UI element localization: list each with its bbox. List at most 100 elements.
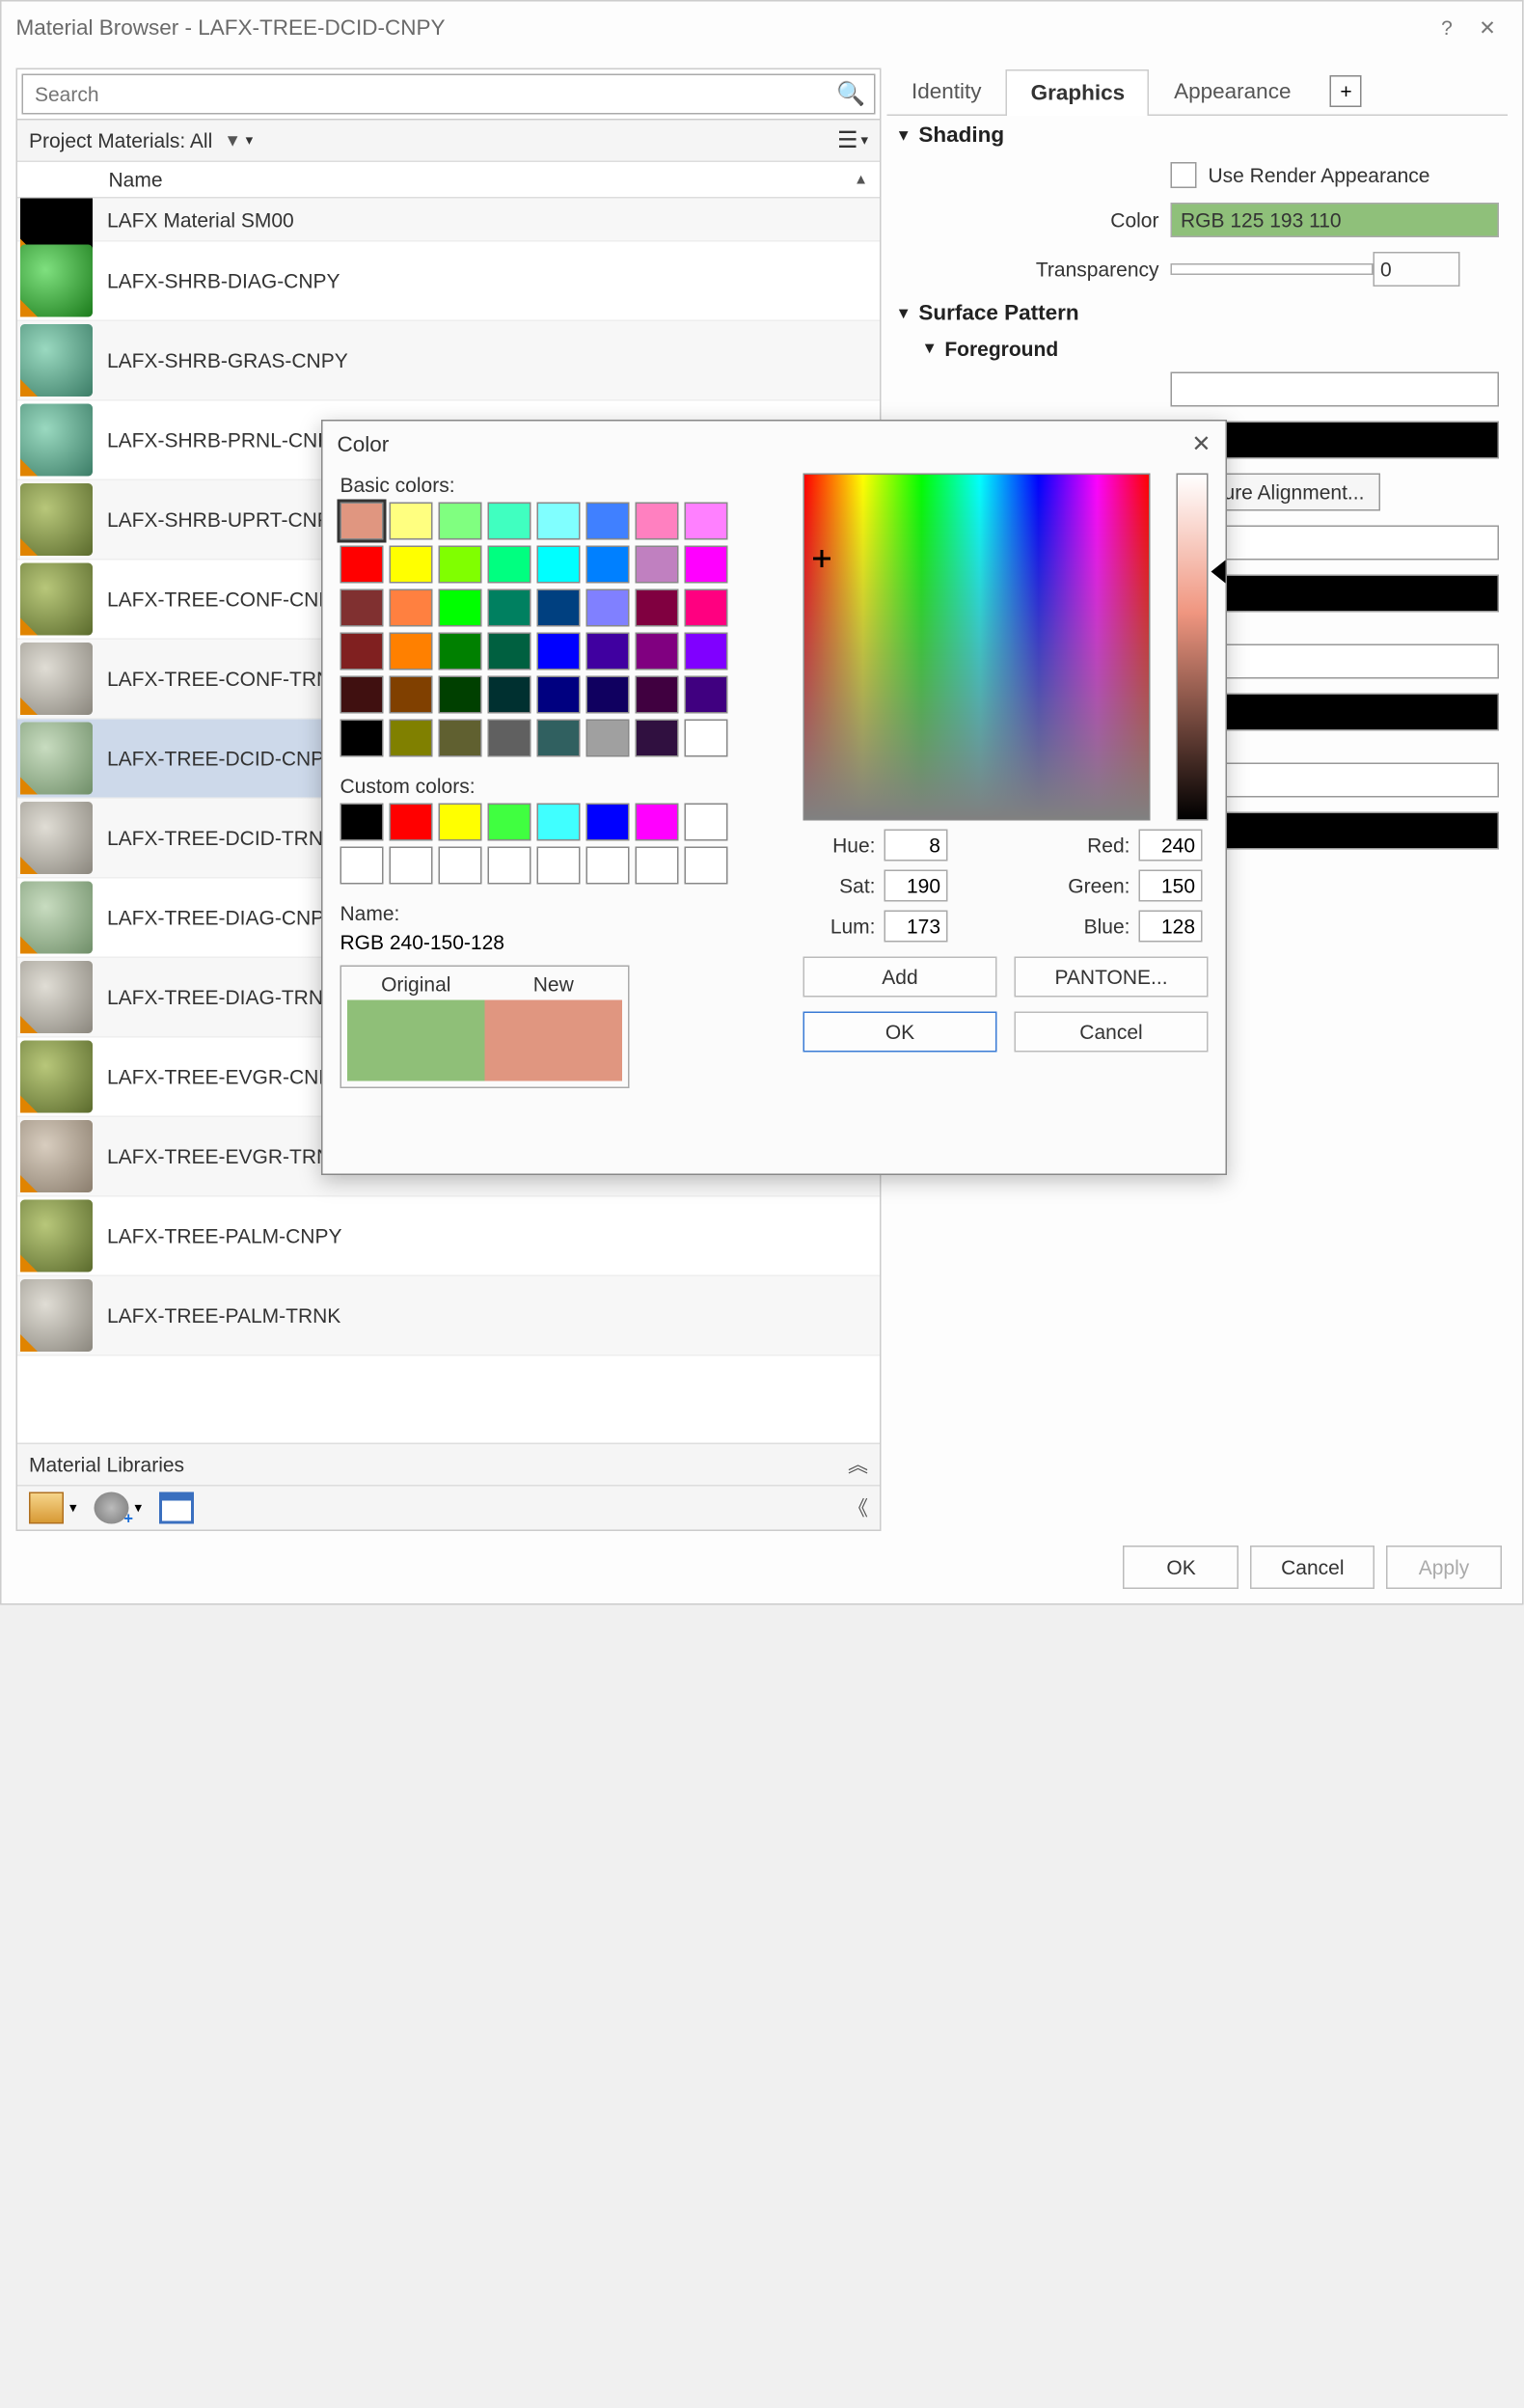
basic-color-swatch[interactable]: [586, 546, 630, 584]
custom-color-swatch[interactable]: [488, 804, 531, 841]
color-ok-button[interactable]: OK: [803, 1012, 997, 1053]
color-cancel-button[interactable]: Cancel: [1015, 1012, 1209, 1053]
basic-color-swatch[interactable]: [537, 589, 581, 627]
view-mode-icon[interactable]: ☰: [837, 126, 858, 155]
help-icon[interactable]: ?: [1427, 16, 1467, 40]
color-spectrum[interactable]: [803, 474, 1151, 821]
basic-color-swatch[interactable]: [340, 546, 384, 584]
tab-appearance[interactable]: Appearance: [1150, 68, 1316, 115]
basic-color-swatch[interactable]: [390, 720, 433, 757]
basic-color-swatch[interactable]: [685, 720, 728, 757]
ok-button[interactable]: OK: [1124, 1546, 1239, 1589]
basic-color-swatch[interactable]: [636, 633, 679, 670]
basic-color-swatch[interactable]: [685, 589, 728, 627]
custom-color-swatch-empty[interactable]: [390, 847, 433, 885]
basic-color-swatch[interactable]: [390, 503, 433, 540]
luminance-arrow[interactable]: [1211, 561, 1226, 584]
basic-color-swatch[interactable]: [390, 633, 433, 670]
basic-color-swatch[interactable]: [439, 546, 482, 584]
close-icon[interactable]: ✕: [1191, 430, 1211, 459]
material-row[interactable]: LAFX-TREE-PALM-TRNK: [17, 1276, 880, 1356]
custom-color-swatch[interactable]: [537, 804, 581, 841]
expand-libs-icon[interactable]: ︽: [848, 1450, 868, 1479]
open-library-icon[interactable]: [29, 1492, 64, 1524]
panel-layout-icon[interactable]: [159, 1492, 194, 1524]
red-input[interactable]: [1139, 830, 1203, 862]
green-input[interactable]: [1139, 870, 1203, 902]
collapse-panel-icon[interactable]: 《: [848, 1493, 868, 1522]
material-row[interactable]: LAFX Material SM00: [17, 199, 880, 242]
basic-color-swatch[interactable]: [439, 633, 482, 670]
basic-color-swatch[interactable]: [685, 546, 728, 584]
material-libraries-bar[interactable]: Material Libraries ︽: [17, 1443, 880, 1486]
custom-color-swatch[interactable]: [685, 804, 728, 841]
cancel-button[interactable]: Cancel: [1251, 1546, 1374, 1589]
basic-color-swatch[interactable]: [636, 589, 679, 627]
custom-color-swatch-empty[interactable]: [685, 847, 728, 885]
basic-color-swatch[interactable]: [586, 633, 630, 670]
add-color-button[interactable]: Add: [803, 957, 997, 998]
basic-color-swatch[interactable]: [340, 503, 384, 540]
hue-input[interactable]: [884, 830, 948, 862]
basic-color-swatch[interactable]: [488, 720, 531, 757]
basic-color-swatch[interactable]: [390, 546, 433, 584]
view-mode-dropdown-icon[interactable]: ▾: [860, 132, 868, 149]
basic-color-swatch[interactable]: [488, 676, 531, 714]
transparency-value[interactable]: 0: [1374, 252, 1460, 287]
basic-color-swatch[interactable]: [586, 676, 630, 714]
basic-color-swatch[interactable]: [537, 720, 581, 757]
pantone-button[interactable]: PANTONE...: [1015, 957, 1209, 998]
section-shading[interactable]: ▼ Shading: [887, 116, 1509, 155]
material-row[interactable]: LAFX-SHRB-DIAG-CNPY: [17, 242, 880, 322]
basic-color-swatch[interactable]: [488, 589, 531, 627]
add-tab-button[interactable]: +: [1330, 75, 1362, 107]
section-surface-pattern[interactable]: ▼ Surface Pattern: [887, 294, 1509, 334]
filter-dropdown-icon[interactable]: ▾: [246, 132, 254, 149]
custom-color-swatch-empty[interactable]: [586, 847, 630, 885]
tab-identity[interactable]: Identity: [887, 68, 1007, 115]
basic-color-swatch[interactable]: [586, 503, 630, 540]
custom-color-swatch-empty[interactable]: [636, 847, 679, 885]
basic-color-swatch[interactable]: [340, 720, 384, 757]
close-icon[interactable]: ✕: [1467, 15, 1508, 41]
search-box[interactable]: 🔍: [22, 74, 876, 115]
basic-color-swatch[interactable]: [685, 633, 728, 670]
basic-color-swatch[interactable]: [439, 676, 482, 714]
custom-color-swatch[interactable]: [439, 804, 482, 841]
luminance-bar[interactable]: [1177, 474, 1209, 821]
lum-input[interactable]: [884, 911, 948, 943]
custom-color-swatch-empty[interactable]: [340, 847, 384, 885]
tab-graphics[interactable]: Graphics: [1006, 69, 1150, 116]
use-render-checkbox[interactable]: [1171, 162, 1197, 188]
basic-color-swatch[interactable]: [537, 546, 581, 584]
spectrum-cursor[interactable]: [813, 550, 830, 567]
sat-input[interactable]: [884, 870, 948, 902]
custom-color-swatch-empty[interactable]: [488, 847, 531, 885]
basic-color-swatch[interactable]: [340, 589, 384, 627]
custom-color-swatch[interactable]: [390, 804, 433, 841]
filter-icon[interactable]: ▼: [224, 130, 241, 150]
basic-color-swatch[interactable]: [636, 546, 679, 584]
basic-color-swatch[interactable]: [340, 633, 384, 670]
name-column-header[interactable]: Name ▲: [17, 162, 880, 199]
basic-color-swatch[interactable]: [636, 676, 679, 714]
basic-color-swatch[interactable]: [537, 633, 581, 670]
basic-color-swatch[interactable]: [439, 503, 482, 540]
basic-color-swatch[interactable]: [537, 503, 581, 540]
custom-color-swatch-empty[interactable]: [439, 847, 482, 885]
material-row[interactable]: LAFX-SHRB-GRAS-CNPY: [17, 321, 880, 401]
apply-button[interactable]: Apply: [1386, 1546, 1502, 1589]
custom-color-swatch[interactable]: [340, 804, 384, 841]
pattern-field[interactable]: [1171, 372, 1500, 407]
custom-color-swatch[interactable]: [586, 804, 630, 841]
basic-color-swatch[interactable]: [439, 589, 482, 627]
basic-color-swatch[interactable]: [390, 676, 433, 714]
basic-color-swatch[interactable]: [586, 589, 630, 627]
basic-color-swatch[interactable]: [340, 676, 384, 714]
basic-color-swatch[interactable]: [488, 546, 531, 584]
basic-color-swatch[interactable]: [488, 503, 531, 540]
blue-input[interactable]: [1139, 911, 1203, 943]
material-row[interactable]: LAFX-TREE-PALM-CNPY: [17, 1197, 880, 1277]
basic-color-swatch[interactable]: [586, 720, 630, 757]
new-material-icon[interactable]: [95, 1492, 129, 1524]
